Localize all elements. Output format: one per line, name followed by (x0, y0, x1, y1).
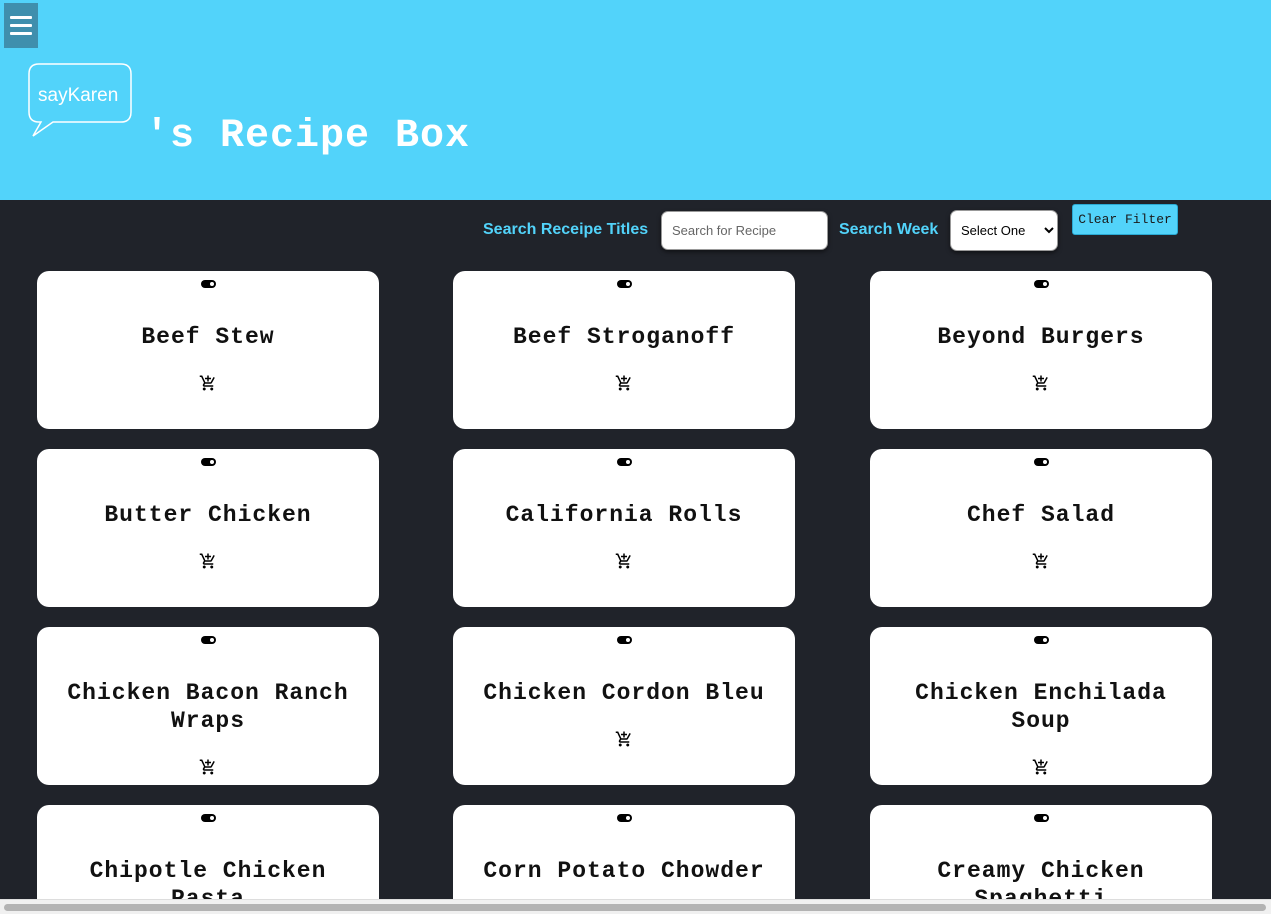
horizontal-scrollbar[interactable] (0, 899, 1271, 914)
add-to-cart-icon[interactable] (199, 758, 217, 776)
add-to-cart-icon[interactable] (199, 374, 217, 392)
recipe-card[interactable]: Corn Potato Chowder (453, 805, 795, 899)
toggle-icon[interactable] (1034, 636, 1049, 644)
toggle-icon[interactable] (201, 814, 216, 822)
recipe-title: Chicken Bacon Ranch Wraps (67, 680, 349, 734)
add-to-cart-icon[interactable] (1032, 374, 1050, 392)
toggle-icon[interactable] (1034, 280, 1049, 288)
recipe-card[interactable]: Beef Stew (37, 271, 379, 429)
recipe-title: Chicken Enchilada Soup (915, 680, 1167, 734)
recipe-card[interactable]: Chicken Cordon Bleu (453, 627, 795, 785)
add-to-cart-icon[interactable] (615, 552, 633, 570)
recipe-title: California Rolls (505, 502, 743, 528)
add-to-cart-icon[interactable] (199, 552, 217, 570)
toggle-icon[interactable] (1034, 458, 1049, 466)
recipe-title: Creamy Chicken Spaghetti (937, 858, 1145, 899)
recipe-card[interactable]: Creamy Chicken Spaghetti (870, 805, 1212, 899)
recipe-card[interactable]: Butter Chicken (37, 449, 379, 607)
recipe-card[interactable]: Chipotle Chicken Pasta (37, 805, 379, 899)
toggle-icon[interactable] (617, 458, 632, 466)
recipe-title: Chicken Cordon Bleu (483, 680, 765, 706)
recipe-title: Beef Stew (141, 324, 275, 350)
toggle-icon[interactable] (617, 814, 632, 822)
recipe-title: Beyond Burgers (937, 324, 1145, 350)
recipe-title: Beef Stroganoff (512, 324, 736, 350)
toggle-icon[interactable] (201, 636, 216, 644)
recipe-card[interactable]: Chef Salad (870, 449, 1212, 607)
add-to-cart-icon[interactable] (1032, 758, 1050, 776)
scrollbar-thumb[interactable] (4, 904, 1266, 911)
recipe-card[interactable]: California Rolls (453, 449, 795, 607)
add-to-cart-icon[interactable] (615, 374, 633, 392)
toggle-icon[interactable] (201, 458, 216, 466)
add-to-cart-icon[interactable] (615, 730, 633, 748)
recipe-title: Chipotle Chicken Pasta (89, 858, 327, 899)
recipe-title: Chef Salad (966, 502, 1116, 528)
add-to-cart-icon[interactable] (1032, 552, 1050, 570)
recipe-grid: Beef Stew Beef Stroganoff Beyond Burgers… (0, 0, 1271, 914)
recipe-title: Corn Potato Chowder (483, 858, 765, 884)
toggle-icon[interactable] (1034, 814, 1049, 822)
recipe-title: Butter Chicken (104, 502, 312, 528)
recipe-card[interactable]: Chicken Enchilada Soup (870, 627, 1212, 785)
recipe-card[interactable]: Chicken Bacon Ranch Wraps (37, 627, 379, 785)
toggle-icon[interactable] (201, 280, 216, 288)
toggle-icon[interactable] (617, 636, 632, 644)
toggle-icon[interactable] (617, 280, 632, 288)
recipe-card[interactable]: Beef Stroganoff (453, 271, 795, 429)
recipe-card[interactable]: Beyond Burgers (870, 271, 1212, 429)
